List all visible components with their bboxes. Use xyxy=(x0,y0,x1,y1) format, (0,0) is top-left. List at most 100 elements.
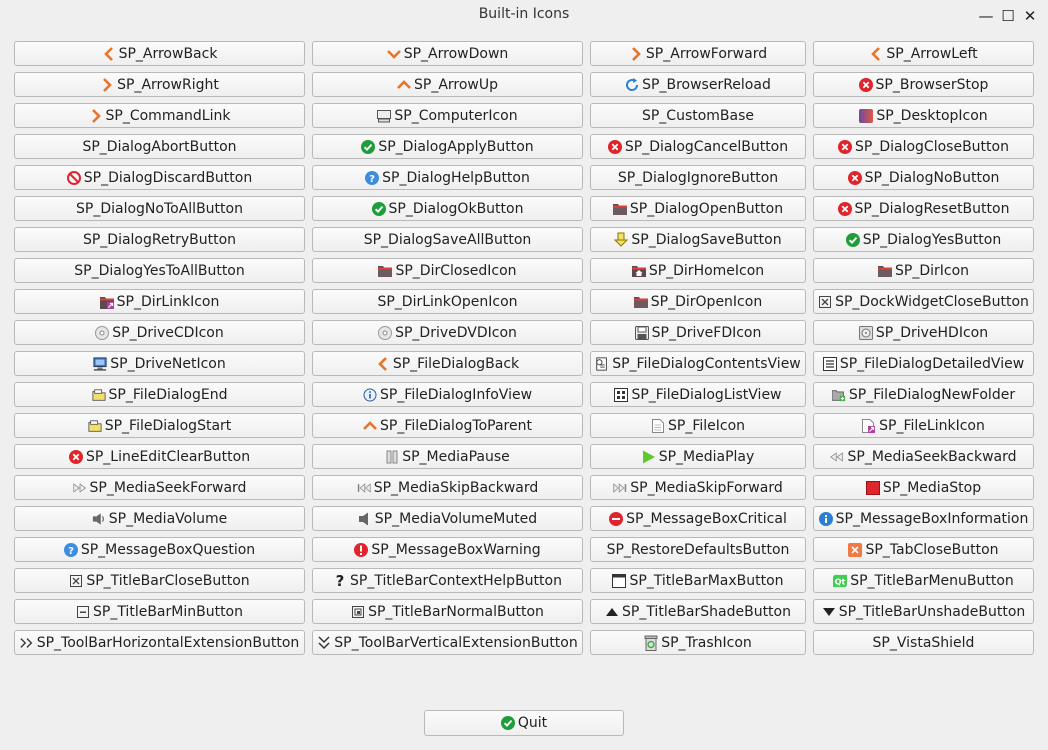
icon-button-sp-arrowup[interactable]: SP_ArrowUp xyxy=(312,72,583,97)
green-check-icon xyxy=(361,139,376,155)
icon-button-sp-messageboxinformation[interactable]: SP_MessageBoxInformation xyxy=(813,506,1034,531)
icon-button-sp-arrowforward[interactable]: SP_ArrowForward xyxy=(590,41,806,66)
icon-button-sp-drivefdicon[interactable]: SP_DriveFDIcon xyxy=(590,320,806,345)
button-label: SP_MediaSkipBackward xyxy=(373,479,539,496)
icon-button-sp-dirlinkopenicon[interactable]: SP_DirLinkOpenIcon xyxy=(312,289,583,314)
icon-button-sp-titlebarnormalbutton[interactable]: SP_TitleBarNormalButton xyxy=(312,599,583,624)
icon-button-sp-desktopicon[interactable]: SP_DesktopIcon xyxy=(813,103,1034,128)
icon-button-sp-mediaseekbackward[interactable]: SP_MediaSeekBackward xyxy=(813,444,1034,469)
save-down-icon xyxy=(614,232,629,248)
icon-button-sp-diricon[interactable]: SP_DirIcon xyxy=(813,258,1034,283)
icon-button-sp-titlebarclosebutton[interactable]: SP_TitleBarCloseButton xyxy=(14,568,305,593)
icon-button-sp-vistashield[interactable]: SP_VistaShield xyxy=(813,630,1034,655)
icon-button-sp-titlebarminbutton[interactable]: SP_TitleBarMinButton xyxy=(14,599,305,624)
icon-button-sp-dialogsavebutton[interactable]: SP_DialogSaveButton xyxy=(590,227,806,252)
icon-button-sp-messageboxcritical[interactable]: SP_MessageBoxCritical xyxy=(590,506,806,531)
icon-button-sp-dirhomeicon[interactable]: SP_DirHomeIcon xyxy=(590,258,806,283)
icon-button-sp-dialogretrybutton[interactable]: SP_DialogRetryButton xyxy=(14,227,305,252)
icon-button-sp-messageboxquestion[interactable]: ? SP_MessageBoxQuestion xyxy=(14,537,305,562)
icon-button-sp-dialogabortbutton[interactable]: SP_DialogAbortButton xyxy=(14,134,305,159)
button-label: SP_DesktopIcon xyxy=(876,107,988,124)
icon-button-sp-dialogdiscardbutton[interactable]: SP_DialogDiscardButton xyxy=(14,165,305,190)
icon-button-sp-mediastop[interactable]: SP_MediaStop xyxy=(813,475,1034,500)
icon-button-sp-titlebarshadebutton[interactable]: SP_TitleBarShadeButton xyxy=(590,599,806,624)
icon-button-sp-drivehdicon[interactable]: SP_DriveHDIcon xyxy=(813,320,1034,345)
minimize-button[interactable]: — xyxy=(976,6,996,26)
icon-button-sp-titlebarmaxbutton[interactable]: SP_TitleBarMaxButton xyxy=(590,568,806,593)
icon-button-sp-drivecdicon[interactable]: SP_DriveCDIcon xyxy=(14,320,305,345)
icon-button-sp-mediaskipbackward[interactable]: SP_MediaSkipBackward xyxy=(312,475,583,500)
icon-button-sp-dialogopenbutton[interactable]: SP_DialogOpenButton xyxy=(590,196,806,221)
icon-button-sp-drivedvdicon[interactable]: SP_DriveDVDIcon xyxy=(312,320,583,345)
icon-button-sp-restoredefaultsbutton[interactable]: SP_RestoreDefaultsButton xyxy=(590,537,806,562)
button-label: SP_DialogNoToAllButton xyxy=(76,200,243,217)
icon-button-sp-dialogcancelbutton[interactable]: SP_DialogCancelButton xyxy=(590,134,806,159)
icon-button-sp-diropenicon[interactable]: SP_DirOpenIcon xyxy=(590,289,806,314)
icon-button-sp-filedialogstart[interactable]: SP_FileDialogStart xyxy=(14,413,305,438)
icon-button-sp-dockwidgetclosebutton[interactable]: SP_DockWidgetCloseButton xyxy=(813,289,1034,314)
icon-button-sp-mediavolumemuted[interactable]: SP_MediaVolumeMuted xyxy=(312,506,583,531)
icon-button-sp-custombase[interactable]: SP_CustomBase xyxy=(590,103,806,128)
icon-button-sp-dialogyestoallbutton[interactable]: SP_DialogYesToAllButton xyxy=(14,258,305,283)
icon-button-sp-toolbarhorizontalextensionbutton[interactable]: SP_ToolBarHorizontalExtensionButton xyxy=(14,630,305,655)
icon-button-sp-filedialogend[interactable]: SP_FileDialogEnd xyxy=(14,382,305,407)
icon-button-sp-filelinkicon[interactable]: SP_FileLinkIcon xyxy=(813,413,1034,438)
icon-button-sp-titlebarmenubutton[interactable]: Qt SP_TitleBarMenuButton xyxy=(813,568,1034,593)
icon-button-sp-titlebarunshadebutton[interactable]: SP_TitleBarUnshadeButton xyxy=(813,599,1034,624)
trash-icon xyxy=(644,635,658,651)
icon-button-sp-filedialognewfolder[interactable]: SP_FileDialogNewFolder xyxy=(813,382,1034,407)
skip-back-icon xyxy=(357,480,371,496)
icon-button-sp-dialogresetbutton[interactable]: SP_DialogResetButton xyxy=(813,196,1034,221)
disc-icon xyxy=(378,325,393,341)
quit-button[interactable]: Quit xyxy=(424,710,624,736)
icon-button-sp-dialogapplybutton[interactable]: SP_DialogApplyButton xyxy=(312,134,583,159)
icon-button-sp-tabclosebutton[interactable]: SP_TabCloseButton xyxy=(813,537,1034,562)
icon-button-sp-lineeditclearbutton[interactable]: SP_LineEditClearButton xyxy=(14,444,305,469)
button-label: SP_TitleBarMinButton xyxy=(92,603,243,620)
folder-link-icon xyxy=(99,294,114,310)
icon-button-sp-commandlink[interactable]: SP_CommandLink xyxy=(14,103,305,128)
icon-button-sp-trashicon[interactable]: SP_TrashIcon xyxy=(590,630,806,655)
icon-button-sp-arrowleft[interactable]: SP_ArrowLeft xyxy=(813,41,1034,66)
icon-button-sp-dirlinkicon[interactable]: SP_DirLinkIcon xyxy=(14,289,305,314)
icon-button-sp-filedialoglistview[interactable]: SP_FileDialogListView xyxy=(590,382,806,407)
icon-button-sp-fileicon[interactable]: SP_FileIcon xyxy=(590,413,806,438)
icon-button-sp-dialogsaveallbutton[interactable]: SP_DialogSaveAllButton xyxy=(312,227,583,252)
icon-button-sp-titlebarcontexthelpbutton[interactable]: ? SP_TitleBarContextHelpButton xyxy=(312,568,583,593)
icon-button-sp-dirclosedicon[interactable]: SP_DirClosedIcon xyxy=(312,258,583,283)
icon-button-sp-dialogignorebutton[interactable]: SP_DialogIgnoreButton xyxy=(590,165,806,190)
button-label: SP_TitleBarMenuButton xyxy=(850,572,1014,589)
icon-button-sp-dialoghelpbutton[interactable]: ? SP_DialogHelpButton xyxy=(312,165,583,190)
button-label: SP_MediaVolumeMuted xyxy=(374,510,538,527)
tab-close-icon xyxy=(848,542,863,558)
icon-button-sp-mediapause[interactable]: SP_MediaPause xyxy=(312,444,583,469)
icon-button-sp-arrowback[interactable]: SP_ArrowBack xyxy=(14,41,305,66)
icon-button-sp-toolbarverticalextensionbutton[interactable]: SP_ToolBarVerticalExtensionButton xyxy=(312,630,583,655)
icon-button-sp-mediaseekforward[interactable]: SP_MediaSeekForward xyxy=(14,475,305,500)
icon-button-sp-driveneticon[interactable]: SP_DriveNetIcon xyxy=(14,351,305,376)
icon-button-sp-dialogclosebutton[interactable]: SP_DialogCloseButton xyxy=(813,134,1034,159)
icon-button-sp-filedialogcontentsview[interactable]: SP_FileDialogContentsView xyxy=(590,351,806,376)
icon-button-sp-dialognotoallbutton[interactable]: SP_DialogNoToAllButton xyxy=(14,196,305,221)
icon-button-sp-browserreload[interactable]: SP_BrowserReload xyxy=(590,72,806,97)
icon-button-sp-filedialogback[interactable]: SP_FileDialogBack xyxy=(312,351,583,376)
close-button[interactable]: ✕ xyxy=(1020,6,1040,26)
icon-button-sp-mediavolume[interactable]: SP_MediaVolume xyxy=(14,506,305,531)
folder-icon xyxy=(612,201,627,217)
maximize-button[interactable]: ☐ xyxy=(998,6,1018,26)
icon-button-sp-dialogyesbutton[interactable]: SP_DialogYesButton xyxy=(813,227,1034,252)
icon-button-sp-dialogokbutton[interactable]: SP_DialogOkButton xyxy=(312,196,583,221)
icon-button-sp-mediaskipforward[interactable]: SP_MediaSkipForward xyxy=(590,475,806,500)
button-label: SP_FileDialogInfoView xyxy=(379,386,533,403)
icon-button-sp-browserstop[interactable]: SP_BrowserStop xyxy=(813,72,1034,97)
icon-button-sp-filedialoginfoview[interactable]: SP_FileDialogInfoView xyxy=(312,382,583,407)
chev-left-icon xyxy=(869,46,883,62)
icon-button-sp-dialognobutton[interactable]: SP_DialogNoButton xyxy=(813,165,1034,190)
icon-button-sp-mediaplay[interactable]: SP_MediaPlay xyxy=(590,444,806,469)
icon-button-sp-messageboxwarning[interactable]: SP_MessageBoxWarning xyxy=(312,537,583,562)
icon-button-sp-filedialogtoparent[interactable]: SP_FileDialogToParent xyxy=(312,413,583,438)
icon-button-sp-computericon[interactable]: SP_ComputerIcon xyxy=(312,103,583,128)
icon-button-sp-arrowdown[interactable]: SP_ArrowDown xyxy=(312,41,583,66)
icon-button-sp-filedialogdetailedview[interactable]: SP_FileDialogDetailedView xyxy=(813,351,1034,376)
icon-button-sp-arrowright[interactable]: SP_ArrowRight xyxy=(14,72,305,97)
